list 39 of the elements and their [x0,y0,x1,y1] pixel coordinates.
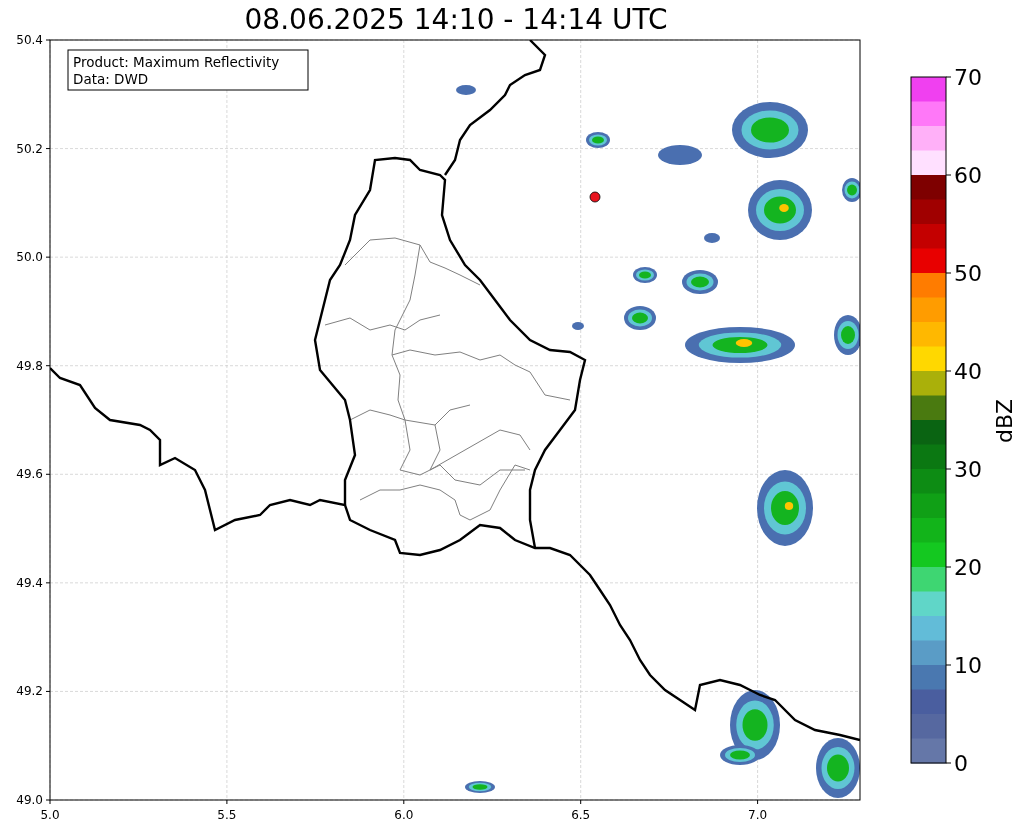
colorbar-tick-label: 60 [954,163,982,188]
y-tick-label: 49.2 [16,684,43,699]
colorbar-tick-label: 70 [954,65,982,90]
radar-echo [456,85,476,95]
x-tick-label: 6.5 [571,808,591,822]
x-tick-label: 7.0 [748,808,768,822]
info-text: Product: Maximum Reflectivity [73,54,280,70]
info-text: Data: DWD [73,71,149,87]
radar-echo [704,233,720,243]
radar-echo [624,306,656,330]
radar-echo [842,178,860,202]
x-tick-label: 6.0 [394,808,414,822]
radar-echo [465,781,495,793]
radar-echo [658,145,702,165]
radar-echo [572,322,584,330]
colorbar-tick-label: 20 [954,555,982,580]
y-tick-label: 50.4 [16,33,43,47]
colorbar-tick-label: 10 [954,653,982,678]
colorbar-tick-label: 30 [954,457,982,482]
chart-title: 08.06.2025 14:10 - 14:14 UTC [243,2,669,30]
y-tick-label: 49.8 [16,358,43,373]
y-tick-label: 50.0 [16,250,43,265]
colorbar-label: dBZ [992,398,1017,444]
y-tick-label: 50.2 [16,141,43,156]
radar-echo [586,132,610,148]
colorbar-tick-label: 40 [954,359,982,384]
y-tick-label: 49.6 [16,467,43,482]
x-tick-label: 5.5 [217,808,237,822]
colorbar-tick-label: 0 [954,751,968,776]
radar-echo [682,270,718,294]
radar-echo [748,180,812,240]
radar-echo [633,267,657,283]
colorbar-tick-label: 50 [954,261,982,286]
radar-echo [834,315,860,355]
x-tick-label: 5.0 [40,808,60,822]
y-tick-label: 49.4 [16,575,43,590]
location-marker [589,191,601,203]
y-tick-label: 49.0 [16,793,43,807]
radar-echo [816,738,860,798]
